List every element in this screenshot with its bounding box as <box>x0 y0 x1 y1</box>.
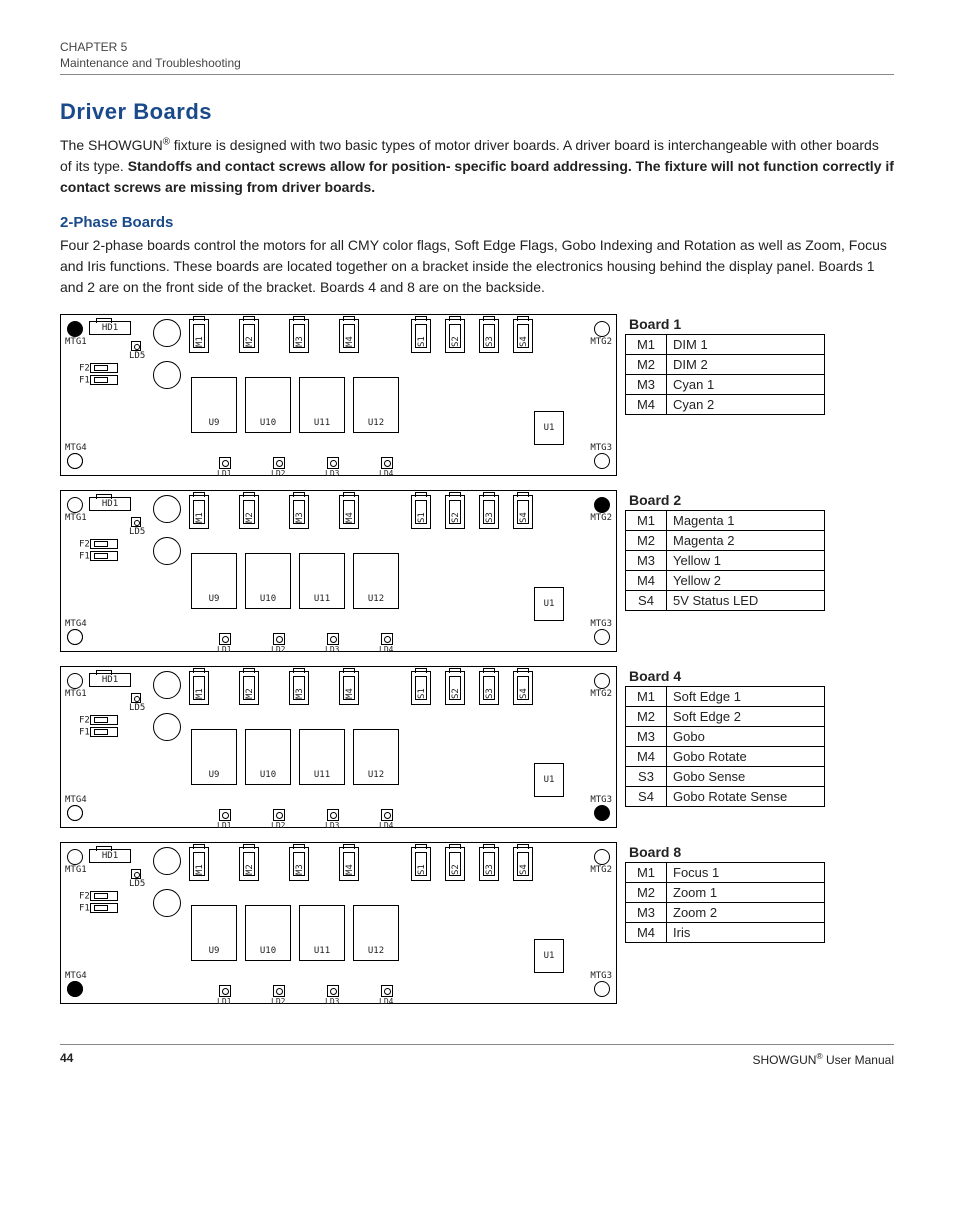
board-pin-table: M1Magenta 1M2Magenta 2M3Yellow 1M4Yellow… <box>625 510 825 611</box>
board-pin-table: M1DIM 1M2DIM 2M3Cyan 1M4Cyan 2 <box>625 334 825 415</box>
table-row: M3Gobo <box>626 727 825 747</box>
table-row: M3Yellow 1 <box>626 551 825 571</box>
table-row: M4Cyan 2 <box>626 395 825 415</box>
table-row: M2Magenta 2 <box>626 531 825 551</box>
board-title: Board 8 <box>625 842 825 862</box>
board-block: MTG1 HD1 LD5 F2 F1 MTG4 M1 M2 M3 M4 S1 S… <box>60 842 894 1004</box>
table-row: M3Zoom 2 <box>626 903 825 923</box>
board-diagram: MTG1 HD1 LD5 F2 F1 MTG4 M1 M2 M3 M4 S1 S… <box>60 842 617 1004</box>
board-diagram: MTG1 HD1 LD5 F2 F1 MTG4 M1 M2 M3 M4 S1 S… <box>60 666 617 828</box>
table-row: M2Zoom 1 <box>626 883 825 903</box>
table-row: M4Gobo Rotate <box>626 747 825 767</box>
table-row: M3Cyan 1 <box>626 375 825 395</box>
board-table: Board 2 M1Magenta 1M2Magenta 2M3Yellow 1… <box>625 490 825 611</box>
board-pin-table: M1Soft Edge 1M2Soft Edge 2M3GoboM4Gobo R… <box>625 686 825 807</box>
board-table: Board 1 M1DIM 1M2DIM 2M3Cyan 1M4Cyan 2 <box>625 314 825 415</box>
table-row: M2Soft Edge 2 <box>626 707 825 727</box>
board-block: MTG1 HD1 LD5 F2 F1 MTG4 M1 M2 M3 M4 S1 S… <box>60 314 894 476</box>
intro-paragraph: The SHOWGUN® fixture is designed with tw… <box>60 135 894 198</box>
board-table: Board 4 M1Soft Edge 1M2Soft Edge 2M3Gobo… <box>625 666 825 807</box>
chapter-number: CHAPTER 5 <box>60 40 894 54</box>
board-block: MTG1 HD1 LD5 F2 F1 MTG4 M1 M2 M3 M4 S1 S… <box>60 490 894 652</box>
board-table: Board 8 M1Focus 1M2Zoom 1M3Zoom 2M4Iris <box>625 842 825 943</box>
table-row: M4Iris <box>626 923 825 943</box>
subsection-title: 2-Phase Boards <box>60 214 894 231</box>
board-diagram: MTG1 HD1 LD5 F2 F1 MTG4 M1 M2 M3 M4 S1 S… <box>60 490 617 652</box>
table-row: S4Gobo Rotate Sense <box>626 787 825 807</box>
page-number: 44 <box>60 1051 73 1067</box>
table-row: M2DIM 2 <box>626 355 825 375</box>
table-row: M1Soft Edge 1 <box>626 687 825 707</box>
table-row: M1DIM 1 <box>626 335 825 355</box>
subsection-paragraph: Four 2-phase boards control the motors f… <box>60 235 894 298</box>
board-pin-table: M1Focus 1M2Zoom 1M3Zoom 2M4Iris <box>625 862 825 943</box>
boards-container: MTG1 HD1 LD5 F2 F1 MTG4 M1 M2 M3 M4 S1 S… <box>60 314 894 1004</box>
chapter-header: CHAPTER 5 Maintenance and Troubleshootin… <box>60 40 894 75</box>
doc-title: SHOWGUN® User Manual <box>752 1051 894 1067</box>
table-row: M1Magenta 1 <box>626 511 825 531</box>
board-title: Board 4 <box>625 666 825 686</box>
board-title: Board 1 <box>625 314 825 334</box>
chapter-section: Maintenance and Troubleshooting <box>60 56 894 70</box>
board-block: MTG1 HD1 LD5 F2 F1 MTG4 M1 M2 M3 M4 S1 S… <box>60 666 894 828</box>
table-row: M1Focus 1 <box>626 863 825 883</box>
table-row: M4Yellow 2 <box>626 571 825 591</box>
section-title: Driver Boards <box>60 99 894 125</box>
page-footer: 44 SHOWGUN® User Manual <box>60 1044 894 1067</box>
board-diagram: MTG1 HD1 LD5 F2 F1 MTG4 M1 M2 M3 M4 S1 S… <box>60 314 617 476</box>
board-title: Board 2 <box>625 490 825 510</box>
table-row: S45V Status LED <box>626 591 825 611</box>
table-row: S3Gobo Sense <box>626 767 825 787</box>
